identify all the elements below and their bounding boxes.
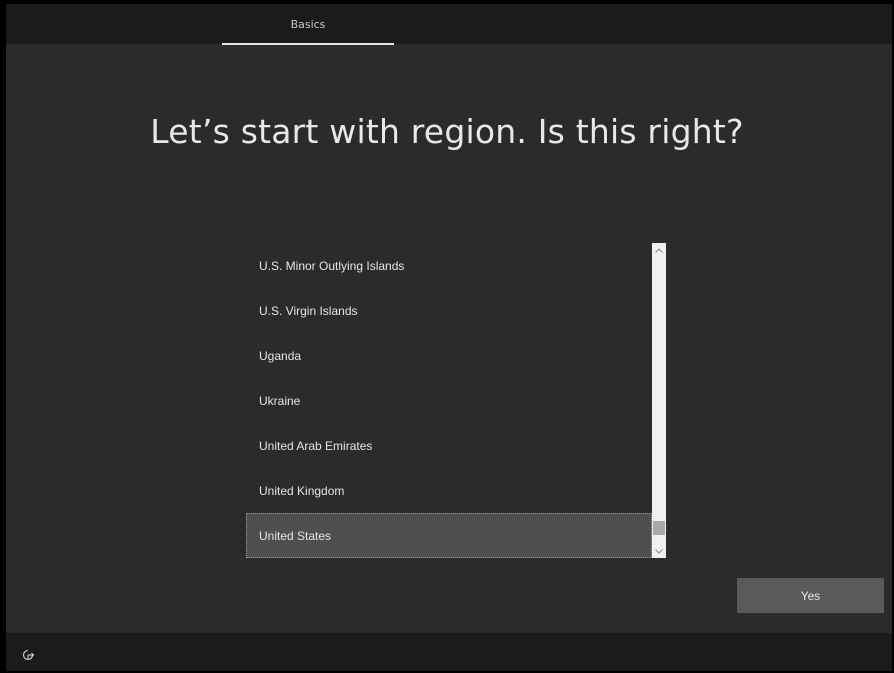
region-item-label: United Arab Emirates [259,438,373,453]
bottom-bar [6,633,892,671]
region-item-label: Uganda [259,348,302,363]
scroll-down-arrow-icon[interactable] [652,544,666,558]
region-item-label: United States [259,528,332,543]
region-item-us-minor-outlying-islands[interactable]: U.S. Minor Outlying Islands [246,243,652,288]
chevron-down-icon [655,548,663,554]
setup-screen: Basics Let’s start with region. Is this … [0,0,894,673]
region-list-scrollbar[interactable] [652,243,666,558]
region-list[interactable]: U.S. Minor Outlying Islands U.S. Virgin … [246,243,652,558]
yes-button[interactable]: Yes [737,578,884,613]
ease-of-access-icon [22,649,35,661]
tab-basics-label: Basics [290,17,326,31]
region-item-united-arab-emirates[interactable]: United Arab Emirates [246,423,652,468]
region-item-label: U.S. Virgin Islands [259,303,358,318]
scroll-up-arrow-icon[interactable] [652,243,666,257]
accessibility-icon[interactable] [21,647,35,661]
scrollbar-thumb[interactable] [653,521,665,535]
page-title: Let’s start with region. Is this right? [150,112,744,151]
region-item-united-states[interactable]: United States [246,513,652,558]
region-item-us-virgin-islands[interactable]: U.S. Virgin Islands [246,288,652,333]
chevron-up-icon [655,247,663,253]
region-item-ukraine[interactable]: Ukraine [246,378,652,423]
top-bar [6,4,892,44]
region-item-label: U.S. Minor Outlying Islands [259,258,405,273]
region-item-label: United Kingdom [259,483,345,498]
tab-active-indicator [222,43,394,45]
region-item-uganda[interactable]: Uganda [246,333,652,378]
region-item-label: Ukraine [259,393,301,408]
tab-basics: Basics [222,4,394,44]
region-item-united-kingdom[interactable]: United Kingdom [246,468,652,513]
